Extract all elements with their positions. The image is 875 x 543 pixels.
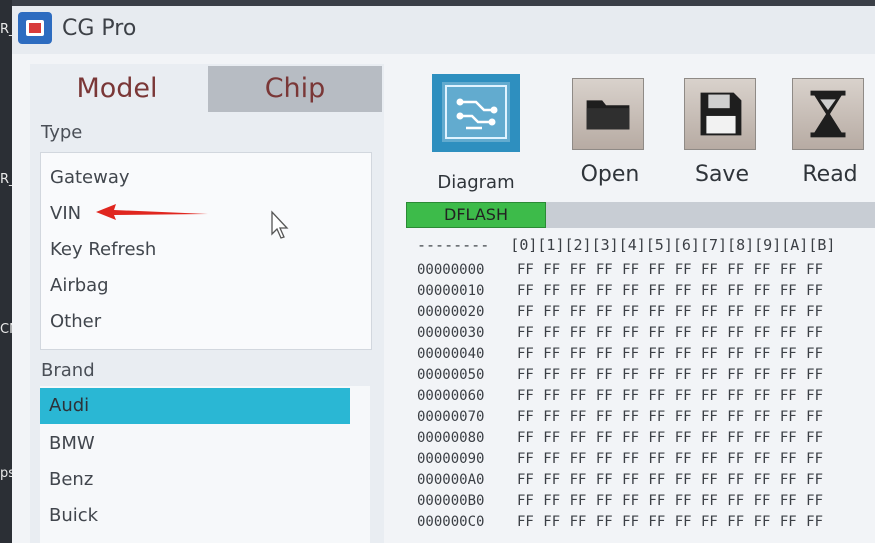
save-label: Save: [694, 162, 749, 187]
hex-column-label: [3]: [591, 236, 619, 254]
hex-bytes[interactable]: FF FF FF FF FF FF FF FF FF FF FF FF: [517, 409, 875, 430]
tab-chip[interactable]: Chip: [208, 66, 382, 112]
hex-column-label: [7]: [699, 236, 728, 254]
model-selection-panel: Model Chip Type Gateway VIN Key Refresh …: [30, 64, 384, 543]
cg-pro-window: CG Pro Model Chip Type Gateway VIN Key R…: [12, 6, 875, 543]
hex-bytes[interactable]: FF FF FF FF FF FF FF FF FF FF FF FF: [517, 262, 875, 283]
hex-bytes[interactable]: FF FF FF FF FF FF FF FF FF FF FF FF: [517, 388, 875, 409]
hex-address: 00000000: [417, 262, 485, 278]
folder-icon: [572, 78, 644, 150]
hex-bytes[interactable]: FF FF FF FF FF FF FF FF FF FF FF FF: [517, 325, 875, 346]
hex-column-label: [A]: [781, 236, 809, 254]
hex-address: 00000040: [417, 346, 485, 362]
hex-bytes[interactable]: FF FF FF FF FF FF FF FF FF FF FF FF: [517, 367, 875, 388]
hex-address: 00000010: [417, 283, 485, 299]
hourglass-icon: [792, 78, 864, 150]
type-item-key-refresh[interactable]: Key Refresh: [41, 233, 371, 267]
brand-item-audi[interactable]: Audi: [40, 388, 350, 424]
brand-list[interactable]: Audi BMW Benz Buick: [40, 386, 370, 543]
hex-column-label: [5]: [645, 236, 673, 254]
chip-app-icon: [18, 12, 52, 44]
memory-region-bar: DFLASH: [406, 202, 875, 228]
hex-address: 00000020: [417, 304, 485, 320]
hex-bytes[interactable]: FF FF FF FF FF FF FF FF FF FF FF FF: [517, 283, 875, 304]
hex-column-label: [6]: [672, 236, 700, 254]
hex-bytes[interactable]: FF FF FF FF FF FF FF FF FF FF FF FF: [517, 430, 875, 451]
hex-bytes[interactable]: FF FF FF FF FF FF FF FF FF FF FF FF: [517, 493, 875, 514]
brand-item-benz[interactable]: Benz: [40, 462, 350, 498]
type-item-gateway[interactable]: Gateway: [41, 161, 371, 195]
annotation-arrow-icon: [96, 204, 208, 220]
hex-column-label: [4]: [618, 236, 646, 254]
tab-model[interactable]: Model: [30, 66, 204, 112]
floppy-disk-icon: [684, 78, 756, 150]
read-button[interactable]: Read: [792, 78, 868, 194]
save-button[interactable]: Save: [684, 78, 760, 194]
open-button[interactable]: Open: [572, 78, 648, 194]
hex-address: 00000080: [417, 430, 485, 446]
hex-column-label: [B]: [808, 236, 836, 254]
title-bar: CG Pro: [12, 6, 875, 54]
hex-address: 000000A0: [417, 472, 485, 488]
window-title: CG Pro: [62, 16, 137, 41]
hex-address: 00000090: [417, 451, 485, 467]
hex-header-dashes: --------: [417, 236, 490, 254]
mouse-cursor-icon: [271, 210, 289, 239]
open-label: Open: [580, 162, 640, 187]
hex-column-label: [0]: [510, 236, 538, 254]
brand-section-label: Brand: [41, 360, 95, 381]
hex-address: 000000B0: [417, 493, 485, 509]
hex-address: 00000070: [417, 409, 485, 425]
hex-address: 00000060: [417, 388, 485, 404]
diagram-button[interactable]: Diagram: [424, 72, 528, 198]
hex-bytes[interactable]: FF FF FF FF FF FF FF FF FF FF FF FF: [517, 304, 875, 325]
read-label: Read: [802, 162, 858, 187]
hex-bytes[interactable]: FF FF FF FF FF FF FF FF FF FF FF FF: [517, 451, 875, 472]
dflash-region-tab[interactable]: DFLASH: [406, 202, 546, 228]
type-item-airbag[interactable]: Airbag: [41, 269, 371, 303]
type-list[interactable]: Gateway VIN Key Refresh Airbag Other: [40, 152, 372, 350]
hex-column-label: [2]: [564, 236, 592, 254]
brand-item-buick[interactable]: Buick: [40, 498, 350, 534]
desktop-side-strip: R_ R_ CN psip: [0, 0, 27, 543]
hex-bytes[interactable]: FF FF FF FF FF FF FF FF FF FF FF FF: [517, 472, 875, 493]
circuit-diagram-icon: [432, 74, 520, 152]
diagram-label: Diagram: [437, 172, 515, 193]
hex-column-label: [8]: [727, 236, 755, 254]
hex-address: 00000050: [417, 367, 485, 383]
hex-address: 000000C0: [417, 514, 485, 530]
hex-address: 00000030: [417, 325, 485, 341]
hex-bytes[interactable]: FF FF FF FF FF FF FF FF FF FF FF FF: [517, 514, 875, 535]
type-section-label: Type: [41, 122, 83, 143]
hex-column-label: [9]: [754, 236, 782, 254]
hex-bytes[interactable]: FF FF FF FF FF FF FF FF FF FF FF FF: [517, 346, 875, 367]
type-item-other[interactable]: Other: [41, 305, 371, 339]
brand-item-bmw[interactable]: BMW: [40, 426, 350, 462]
hex-column-header: -------- [0][1][2][3][4][5][6][7][8][9][…: [417, 236, 835, 258]
hex-column-label: [1]: [537, 236, 565, 254]
